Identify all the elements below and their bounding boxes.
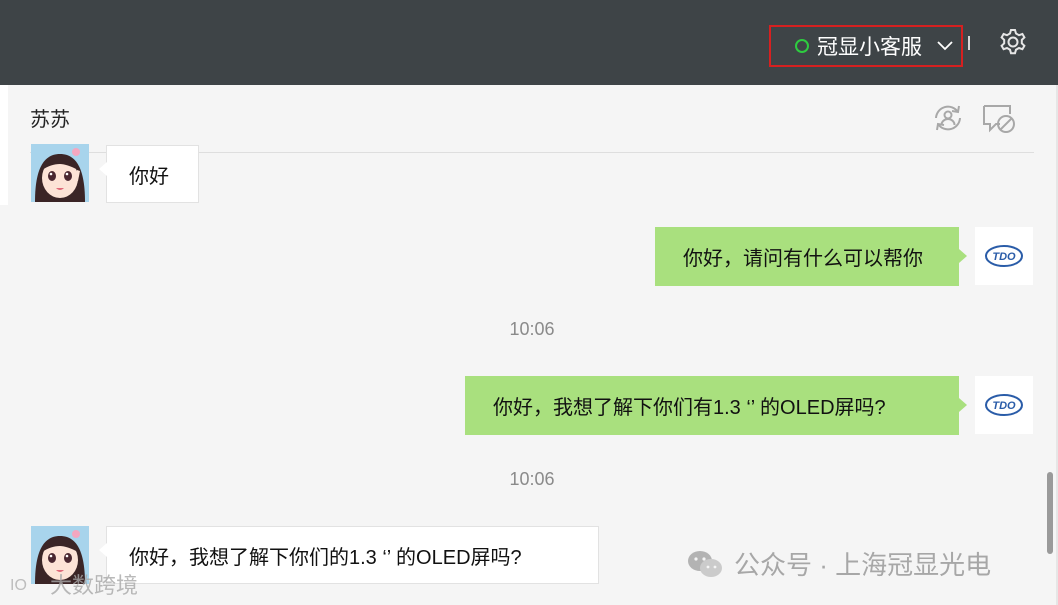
transfer-user-icon[interactable] xyxy=(930,100,966,136)
message-bubble-outgoing[interactable]: 你好，我想了解下你们有1.3 ‘’ 的OLED屏吗? xyxy=(465,376,967,435)
message-bubble-incoming[interactable]: 你好 xyxy=(99,145,199,203)
contact-name: 苏苏 xyxy=(30,109,70,131)
message-timestamp: 10:06 xyxy=(509,319,555,339)
message-text: 你好 xyxy=(129,165,169,188)
gear-icon[interactable] xyxy=(998,27,1028,57)
message-text: 你好，请问有什么可以帮你 xyxy=(683,248,923,270)
corner-watermark: IO 大数跨境 xyxy=(10,573,139,598)
wechat-icon xyxy=(688,550,722,577)
left-edge xyxy=(0,85,8,205)
agent-avatar[interactable]: TDO xyxy=(975,227,1033,285)
separator xyxy=(968,36,970,50)
agent-avatar[interactable]: TDO xyxy=(975,376,1033,434)
svg-text:TDO: TDO xyxy=(992,251,1016,263)
chevron-down-icon xyxy=(937,41,953,51)
message-timestamp: 10:06 xyxy=(509,469,555,489)
svg-text:IO: IO xyxy=(10,577,27,594)
online-status-icon xyxy=(795,39,809,53)
top-bar: 冠显小客服 xyxy=(0,0,1058,85)
message-text: 你好，我想了解下你们的1.3 ‘’ 的OLED屏吗? xyxy=(129,546,522,569)
avatar[interactable] xyxy=(31,144,89,202)
brand-logo-icon: IO xyxy=(10,577,27,594)
account-name: 冠显小客服 xyxy=(817,36,922,59)
account-status-dropdown[interactable]: 冠显小客服 xyxy=(769,25,963,67)
wechat-watermark: 公众号 · 上海冠显光电 xyxy=(686,545,991,582)
chat-scrollbar[interactable] xyxy=(1047,472,1053,554)
message-text: 你好，我想了解下你们有1.3 ‘’ 的OLED屏吗? xyxy=(493,397,886,419)
svg-text:TDO: TDO xyxy=(992,400,1016,412)
message-bubble-incoming[interactable]: 你好，我想了解下你们的1.3 ‘’ 的OLED屏吗? xyxy=(99,526,599,584)
block-chat-icon[interactable] xyxy=(980,100,1016,136)
message-bubble-outgoing[interactable]: 你好，请问有什么可以帮你 xyxy=(655,227,967,286)
